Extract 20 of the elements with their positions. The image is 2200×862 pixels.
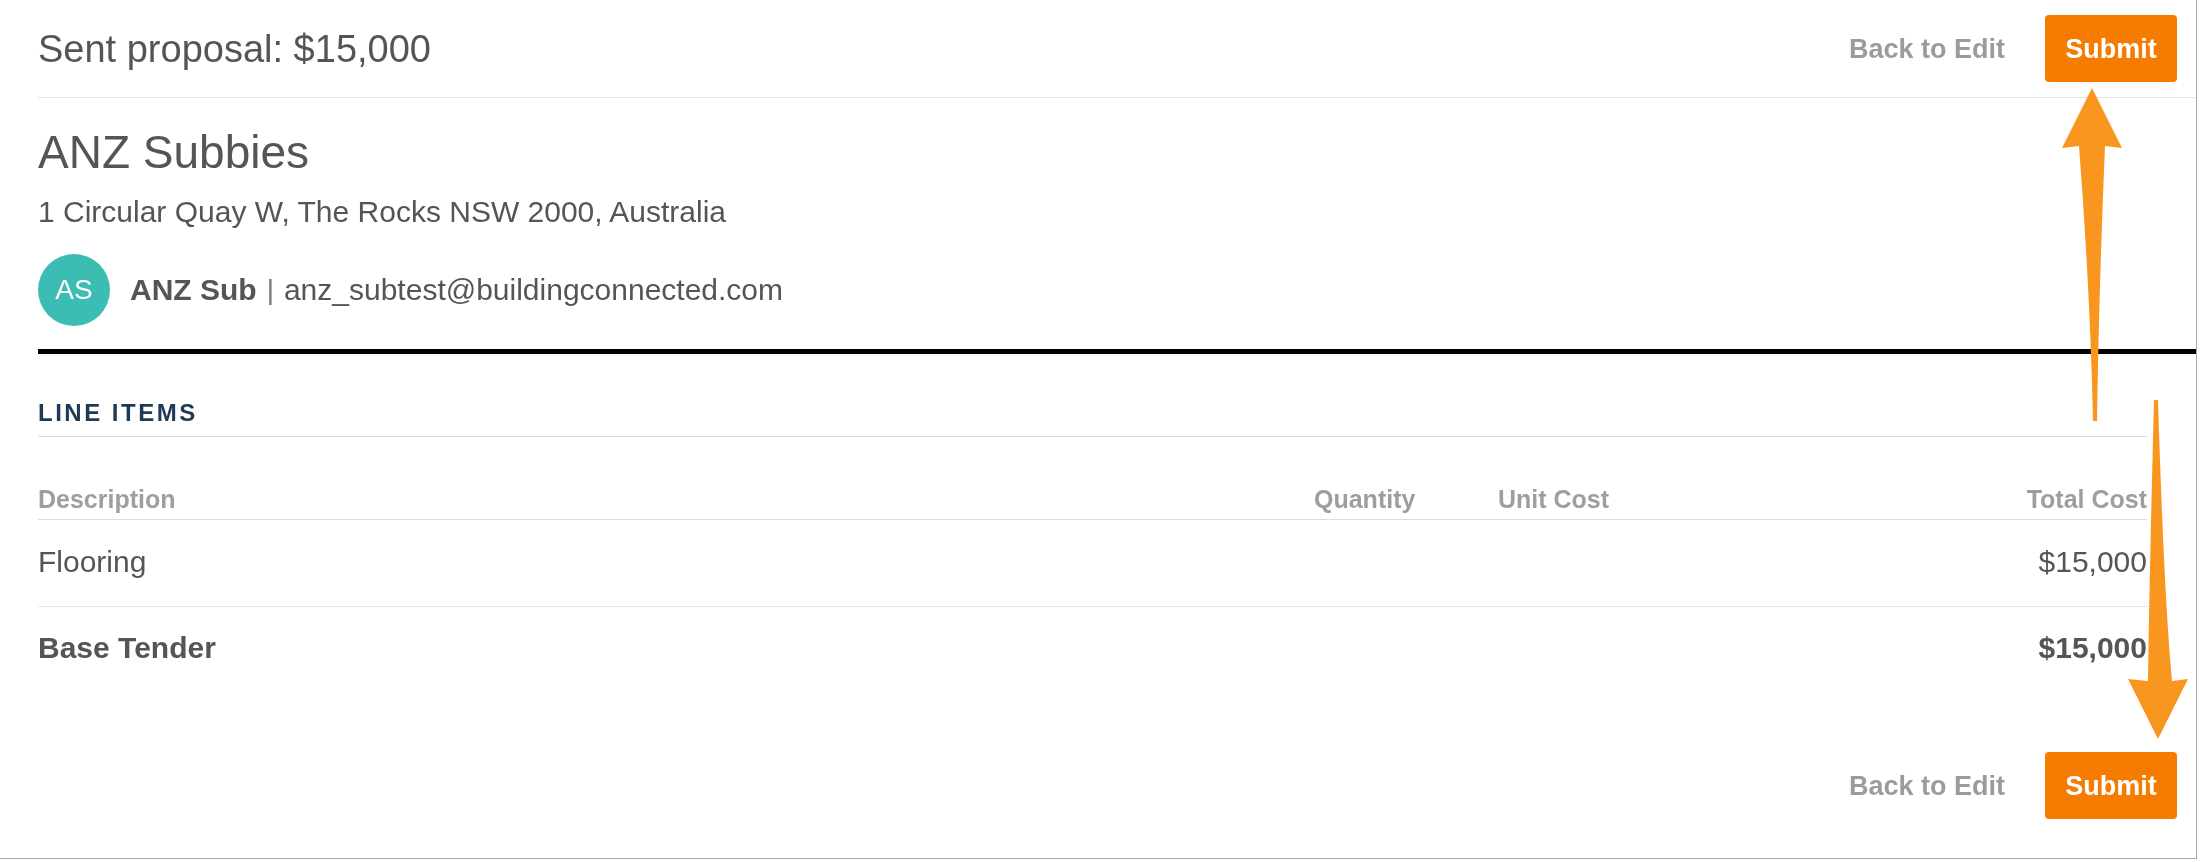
section-heading: LINE ITEMS	[38, 398, 198, 428]
separator: |	[266, 273, 274, 307]
contact-email: anz_subtest@buildingconnected.com	[283, 272, 784, 308]
contact-name: ANZ Sub	[130, 272, 257, 308]
company-address: 1 Circular Quay W, The Rocks NSW 2000, Australia	[38, 194, 727, 230]
company-name: ANZ Subbies	[38, 126, 309, 178]
column-header: Quantity	[1314, 484, 1416, 514]
back-to-edit-link[interactable]: Back to Edit	[1848, 768, 2005, 803]
column-header: Unit Cost	[1498, 484, 1610, 514]
total-cost-cell: $15,000	[2038, 544, 2147, 580]
column-header: Description	[38, 484, 176, 514]
back-to-edit-link[interactable]: Back to Edit	[1848, 31, 2005, 66]
avatar: AS	[38, 254, 110, 326]
description-cell: Base Tender	[38, 630, 216, 666]
proposal-title: Sent proposal: $15,000	[38, 26, 432, 72]
description-cell: Flooring	[38, 544, 147, 580]
submit-button[interactable]: Submit	[2045, 752, 2177, 819]
total-cost-cell: $15,000	[2038, 630, 2147, 666]
column-header: Total Cost	[2026, 484, 2147, 514]
submit-button[interactable]: Submit	[2045, 15, 2177, 82]
